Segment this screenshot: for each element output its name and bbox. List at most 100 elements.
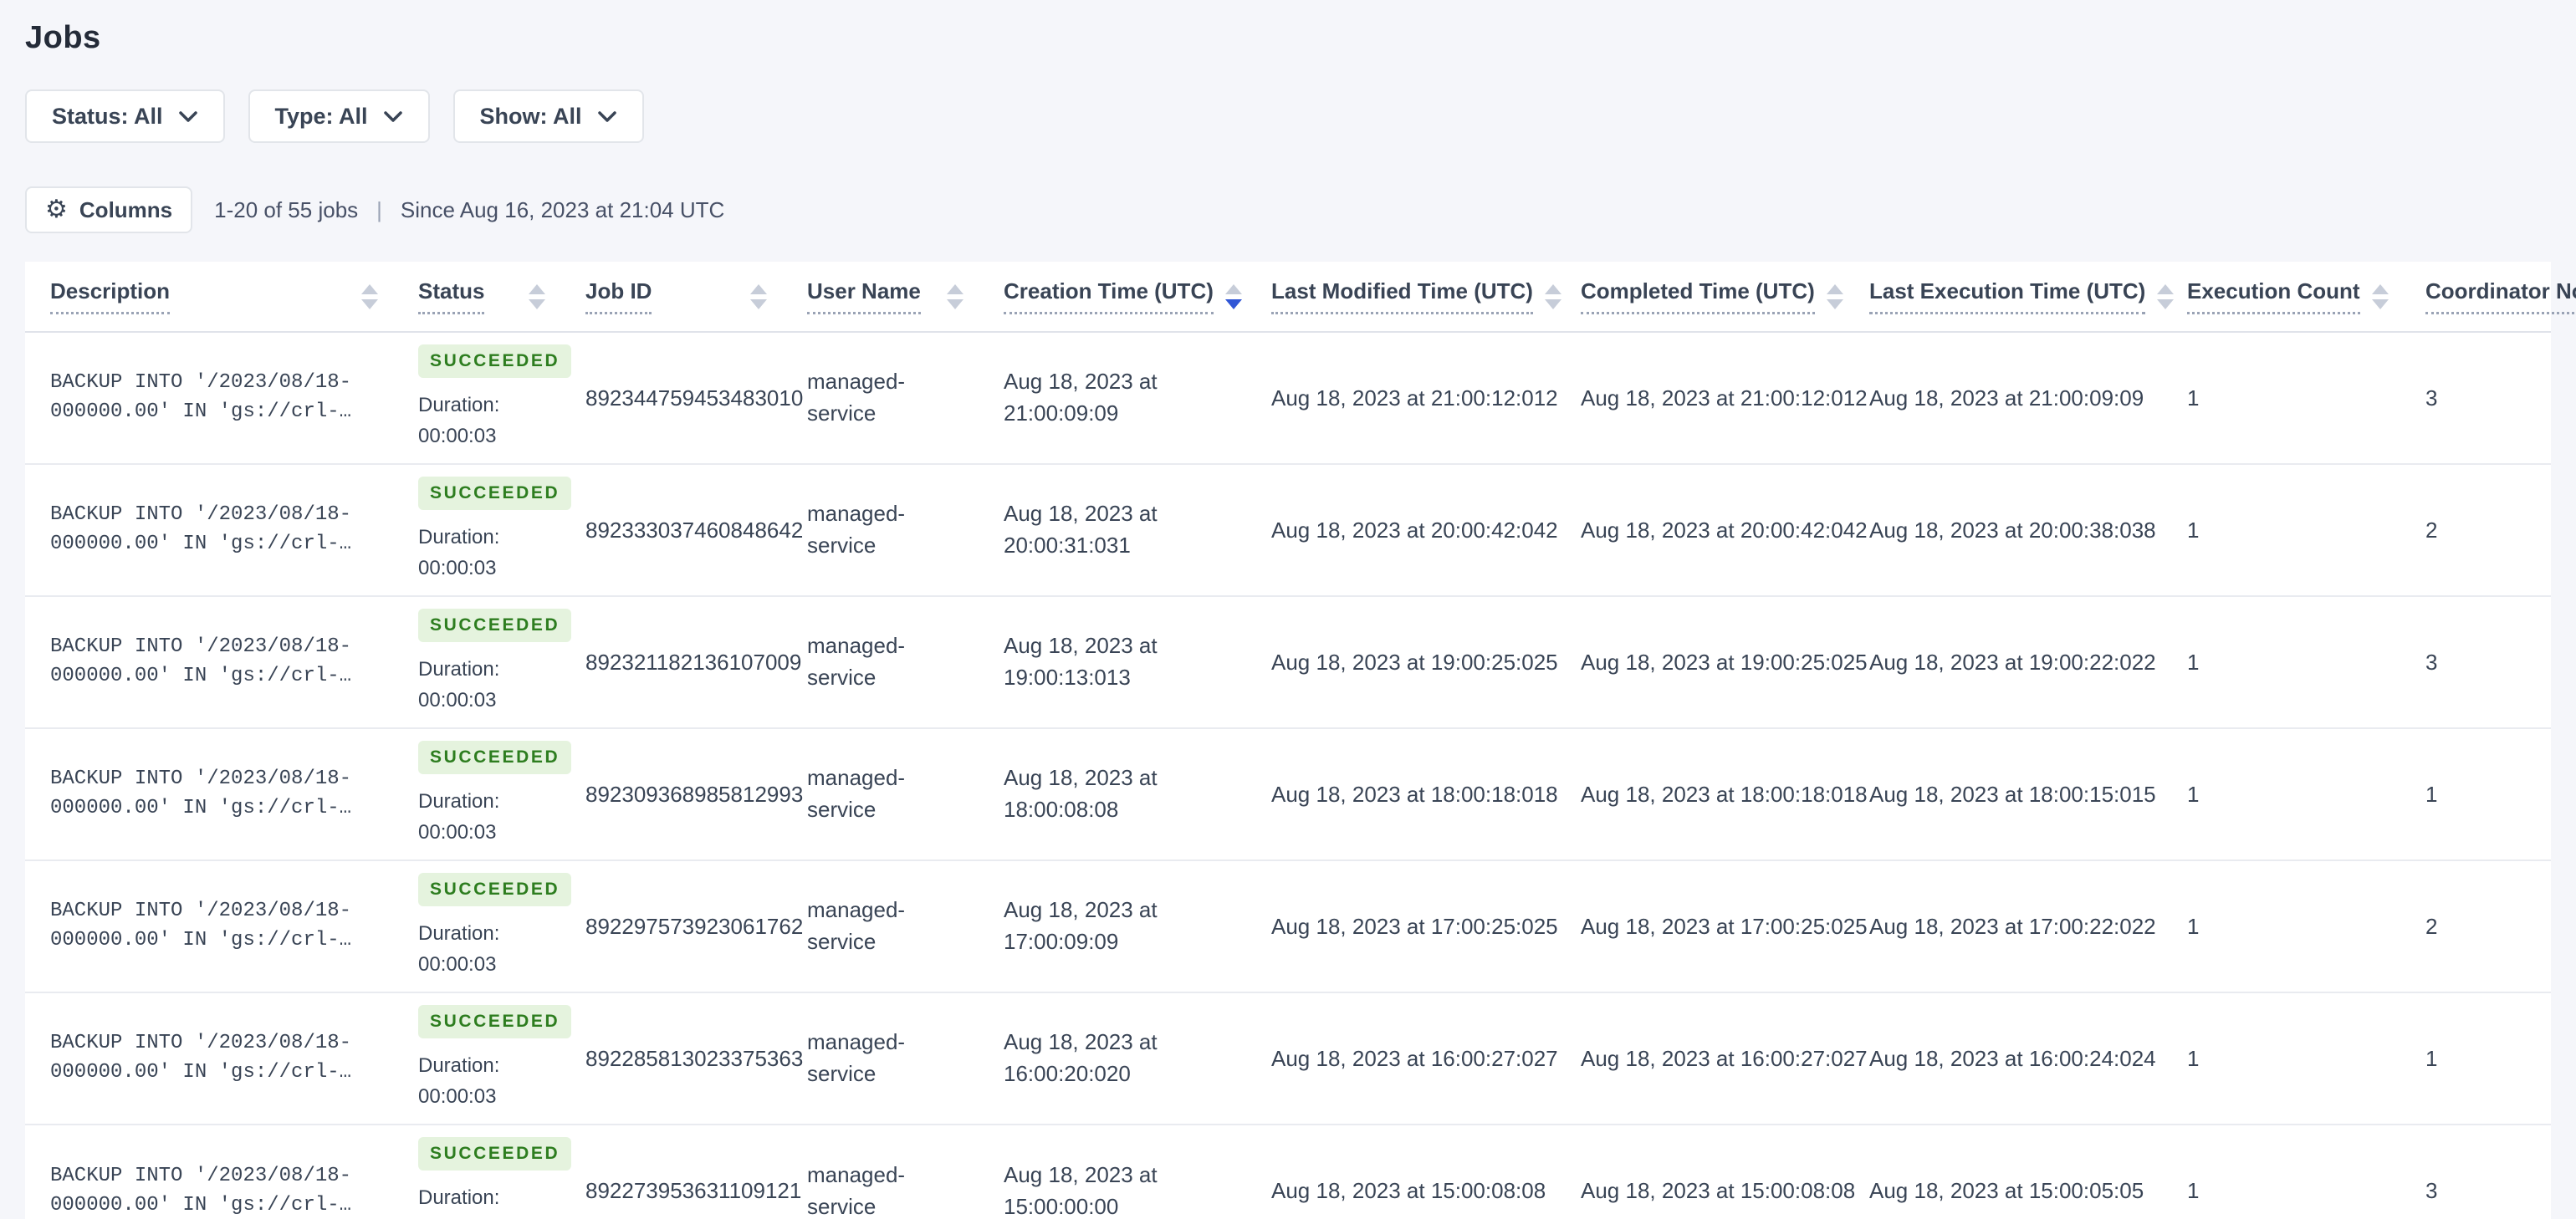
last-modified-time: Aug 18, 2023 at 21:00:12:012 [1255,332,1564,465]
chevron-down-icon [383,110,402,122]
job-description[interactable]: BACKUP INTO '/2023/08/18-000000.00' IN '… [50,897,358,956]
sort-arrows-icon[interactable] [1224,283,1242,309]
table-row[interactable]: BACKUP INTO '/2023/08/18-000000.00' IN '… [25,464,2551,597]
column-header[interactable]: Completed Time (UTC) [1564,262,1853,333]
user-name-cell: managed-service [790,596,987,729]
job-id[interactable]: 892321182136107009 [585,650,801,675]
last-execution-time: Aug 18, 2023 at 20:00:38:038 [1853,464,2170,597]
job-description[interactable]: BACKUP INTO '/2023/08/18-000000.00' IN '… [50,765,358,824]
jobs-page: Jobs Status: All Type: All Show: All ⚙ C… [0,0,2576,1219]
columns-button[interactable]: ⚙ Columns [25,186,193,233]
sort-arrows-icon[interactable] [529,283,545,309]
duration-value: 00:00:03 [418,1085,497,1108]
last-execution-time: Aug 18, 2023 at 15:00:05:05 [1869,1178,2144,1203]
table-header-row: Description Status Job ID User Name Crea… [25,262,2576,333]
column-header[interactable]: Coordinator Node [2409,262,2576,333]
user-name-cell: managed-service [790,860,987,993]
creation-time: Aug 18, 2023 at 17:00:09:09 [1004,897,1158,954]
job-id[interactable]: 892297573923061762 [585,914,803,939]
job-description[interactable]: BACKUP INTO '/2023/08/18-000000.00' IN '… [50,633,358,691]
coordinator-node: 1 [2409,992,2551,1125]
job-id[interactable]: 892344759453483010 [585,385,803,411]
sort-arrows-icon[interactable] [1826,283,1843,309]
duration-label: Duration: [418,657,500,681]
sort-arrows-icon[interactable] [947,283,963,309]
duration-label: Duration: [418,789,500,813]
job-id-cell: 892309368985812993 [569,728,803,861]
column-header[interactable]: Last Execution Time (UTC) [1853,262,2175,333]
coordinator-node: 2 [2409,860,2551,993]
execution-count: 1 [2170,332,2409,465]
column-header[interactable]: Last Modified Time (UTC) [1255,262,1564,333]
table-row[interactable]: BACKUP INTO '/2023/08/18-000000.00' IN '… [25,332,2551,465]
type-filter-label: Type: All [274,103,368,129]
page-title: Jobs [25,20,101,55]
job-description[interactable]: BACKUP INTO '/2023/08/18-000000.00' IN '… [50,1162,358,1219]
sort-arrows-icon[interactable] [2157,283,2175,309]
last-execution-time: Aug 18, 2023 at 18:00:15:015 [1853,728,2170,861]
last-execution-time: Aug 18, 2023 at 16:00:24:024 [1853,992,2170,1125]
job-description[interactable]: BACKUP INTO '/2023/08/18-000000.00' IN '… [50,1029,358,1088]
type-filter-dropdown[interactable]: Type: All [248,89,430,143]
table-row[interactable]: BACKUP INTO '/2023/08/18-000000.00' IN '… [25,596,2551,729]
creation-time: Aug 18, 2023 at 15:00:00:00 [1004,1161,1158,1219]
job-id[interactable]: 892273953631109121 [585,1178,801,1203]
user-name-cell: managed-service [790,332,987,465]
sort-arrows-icon[interactable] [1544,283,1561,309]
column-header[interactable]: User Name [790,262,987,333]
jobs-table: Description Status Job ID User Name Crea… [25,262,2576,1219]
column-header-label: Last Modified Time (UTC) [1271,278,1533,314]
job-id[interactable]: 892285813023375363 [585,1046,803,1071]
job-description[interactable]: BACKUP INTO '/2023/08/18-000000.00' IN '… [50,369,358,427]
table-row[interactable]: BACKUP INTO '/2023/08/18-000000.00' IN '… [25,860,2551,993]
column-header[interactable]: Status [401,262,569,333]
creation-time-cell: Aug 18, 2023 at 20:00:31:031 [987,464,1255,597]
column-header-label: Job ID [585,278,652,314]
creation-time-cell: Aug 18, 2023 at 16:00:20:020 [987,992,1255,1125]
status-filter-dropdown[interactable]: Status: All [25,89,225,143]
toolbar-separator: | [376,196,382,222]
creation-time: Aug 18, 2023 at 20:00:31:031 [1004,501,1158,558]
status-badge: SUCCEEDED [418,872,572,906]
column-header-label: Coordinator Node [2425,278,2576,314]
column-header-label: Last Execution Time (UTC) [1869,278,2146,314]
last-modified-time: Aug 18, 2023 at 17:00:25:025 [1255,860,1564,993]
table-row[interactable]: BACKUP INTO '/2023/08/18-000000.00' IN '… [25,728,2551,861]
user-name-cell: managed-service [790,728,987,861]
sort-arrows-icon[interactable] [361,283,378,309]
table-row[interactable]: BACKUP INTO '/2023/08/18-000000.00' IN '… [25,992,2551,1125]
duration-label: Duration: [418,1053,500,1077]
column-header-label: Creation Time (UTC) [1004,278,1214,314]
job-id[interactable]: 892333037460848642 [585,518,803,543]
job-id[interactable]: 892309368985812993 [585,782,803,807]
column-header[interactable]: Creation Time (UTC) [987,262,1255,333]
status-badge: SUCCEEDED [418,608,572,642]
completed-time: Aug 18, 2023 at 15:00:08:08 [1581,1178,1856,1203]
coordinator-node: 3 [2409,332,2551,465]
column-header-label: Description [50,278,171,314]
last-modified-time: Aug 18, 2023 at 16:00:27:027 [1255,992,1564,1125]
creation-time: Aug 18, 2023 at 19:00:13:013 [1004,633,1158,690]
creation-time: Aug 18, 2023 at 16:00:20:020 [1004,1029,1158,1086]
user-name-cell: managed-service [790,464,987,597]
user-name: managed-service [807,1161,906,1219]
job-description[interactable]: BACKUP INTO '/2023/08/18-000000.00' IN '… [50,501,358,559]
sort-arrows-icon[interactable] [750,283,767,309]
chevron-down-icon [178,110,197,122]
sort-arrows-icon[interactable] [2371,283,2389,309]
duration-label: Duration: [418,525,500,548]
user-name-cell: managed-service [790,1125,987,1219]
user-name: managed-service [807,1029,906,1086]
column-header-label: Status [418,278,485,314]
duration-value: 00:00:03 [418,821,497,844]
table-row[interactable]: BACKUP INTO '/2023/08/18-000000.00' IN '… [25,1125,2551,1219]
creation-time-cell: Aug 18, 2023 at 15:00:00:00 [987,1125,1255,1219]
column-header[interactable]: Execution Count [2170,262,2409,333]
jobs-count-text: 1-20 of 55 jobs [214,196,359,222]
last-modified-time: Aug 18, 2023 at 18:00:18:018 [1255,728,1564,861]
job-id-cell: 892297573923061762 [569,860,803,993]
column-header[interactable]: Job ID [569,262,790,333]
job-id-cell: 892273953631109121 [569,1125,801,1219]
column-header[interactable]: Description [25,262,401,333]
show-filter-dropdown[interactable]: Show: All [452,89,644,143]
